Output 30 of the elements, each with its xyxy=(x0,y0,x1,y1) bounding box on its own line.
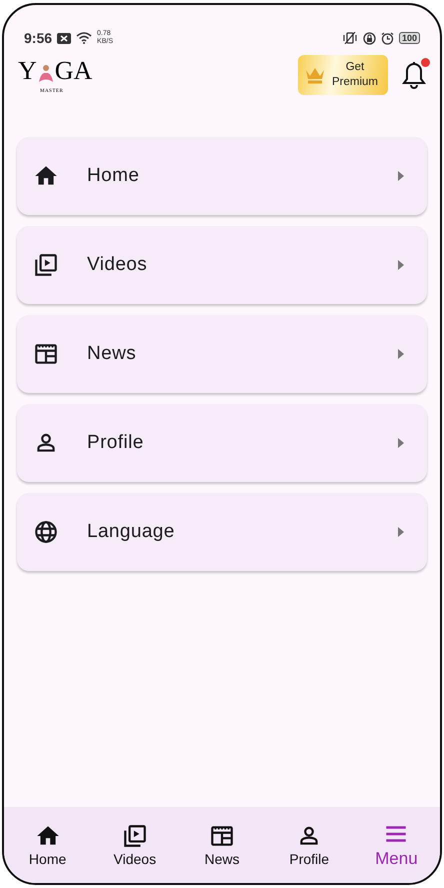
menu-item[interactable]: Profile xyxy=(17,404,427,482)
menu-item[interactable]: News xyxy=(17,315,427,393)
nav-tab[interactable]: Menu xyxy=(352,807,440,883)
status-time: 9:56 xyxy=(24,30,52,46)
nav-tab[interactable]: News xyxy=(178,807,266,883)
chevron-icon xyxy=(397,170,405,182)
video-library-icon xyxy=(122,823,148,849)
alarm-icon xyxy=(380,32,394,44)
chevron-icon xyxy=(397,526,405,538)
wifi-icon xyxy=(76,32,92,44)
get-premium-button[interactable]: Get Premium xyxy=(298,55,388,95)
menu-item[interactable]: Language xyxy=(17,493,427,571)
menu-item[interactable]: Videos xyxy=(17,226,427,304)
globe-icon xyxy=(33,519,59,545)
vibrate-icon xyxy=(342,32,358,44)
battery-level: 100 xyxy=(398,32,420,44)
nav-tab[interactable]: Home xyxy=(4,807,92,883)
menu-item[interactable]: Home xyxy=(17,137,427,215)
logo-letter: Y xyxy=(18,58,37,84)
nav-tab[interactable]: Profile xyxy=(266,807,353,883)
message-icon xyxy=(57,32,72,44)
chevron-icon xyxy=(397,259,405,271)
chevron-icon xyxy=(397,437,405,449)
crown-icon xyxy=(304,66,326,84)
yoga-figure-icon xyxy=(36,64,55,84)
video-library-icon xyxy=(33,252,59,278)
nav-tab[interactable]: Videos xyxy=(91,807,178,883)
lock-icon xyxy=(362,32,376,44)
chevron-icon xyxy=(397,348,405,360)
logo-text: GA xyxy=(54,58,92,84)
